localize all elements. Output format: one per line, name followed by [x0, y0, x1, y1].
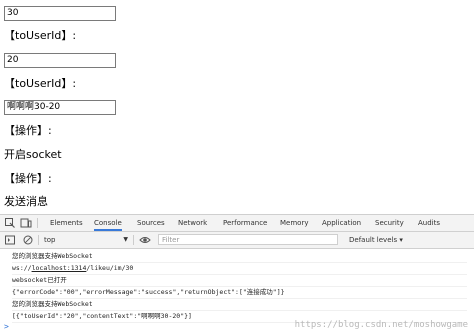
watermark: https://blog.csdn.net/moshowgame [294, 320, 468, 330]
url-prefix: ws:// [12, 264, 32, 272]
devtools-tab-bar: Elements Console Sources Network Perform… [0, 215, 474, 232]
chevron-down-icon: ▼ [123, 236, 128, 243]
tab-console[interactable]: Console [94, 215, 122, 231]
to-user-input[interactable]: 20 [4, 53, 116, 68]
console-toolbar: top ▼ Filter Default levels ▾ [0, 232, 474, 249]
console-line: 您的浏览器支持WebSocket [12, 299, 467, 311]
filter-input[interactable]: Filter [158, 234, 338, 245]
from-user-input[interactable]: 30 [4, 6, 116, 21]
to-user-label-1: 【toUserId】: [4, 29, 77, 42]
log-levels-select[interactable]: Default levels ▾ [349, 232, 403, 248]
inspect-icon[interactable] [4, 217, 16, 229]
tab-memory[interactable]: Memory [280, 215, 308, 231]
console-line: {"errorCode":"00","errorMessage":"succes… [12, 287, 467, 299]
message-input[interactable]: 啊啊啊30-20 [4, 100, 116, 115]
operation-label-1: 【操作】: [4, 124, 52, 137]
open-socket-action[interactable]: 开启socket [4, 148, 62, 162]
tab-performance[interactable]: Performance [223, 215, 267, 231]
tab-security[interactable]: Security [375, 215, 404, 231]
console-drawer-icon[interactable] [4, 234, 16, 246]
console-line: websocket已打开 [12, 275, 467, 287]
operation-label-2: 【操作】: [4, 172, 52, 185]
web-page: 30 【toUserId】: 20 【toUserId】: 啊啊啊30-20 【… [0, 0, 474, 214]
tab-divider [37, 218, 38, 228]
context-select[interactable]: top ▼ [44, 232, 130, 248]
toolbar-divider-2 [133, 235, 134, 245]
toolbar-divider [38, 235, 39, 245]
console-prompt[interactable]: > [4, 321, 9, 332]
device-toggle-icon[interactable] [20, 217, 32, 229]
tab-elements[interactable]: Elements [50, 215, 83, 231]
context-value: top [44, 236, 56, 244]
clear-icon[interactable] [22, 234, 34, 246]
to-user-label-2: 【toUserId】: [4, 77, 77, 90]
tab-sources[interactable]: Sources [137, 215, 165, 231]
console-line: 您的浏览器支持WebSocket [12, 251, 467, 263]
console-link[interactable]: localhost:1314 [32, 264, 87, 272]
send-message-action[interactable]: 发送消息 [4, 195, 48, 209]
console-line: ws://localhost:1314/likeu/im/30 [12, 263, 467, 275]
tab-audits[interactable]: Audits [418, 215, 440, 231]
tab-application[interactable]: Application [322, 215, 361, 231]
devtools-panel: Elements Console Sources Network Perform… [0, 214, 474, 332]
url-suffix: /likeu/im/30 [86, 264, 134, 272]
tab-network[interactable]: Network [178, 215, 207, 231]
eye-icon[interactable] [139, 234, 151, 246]
